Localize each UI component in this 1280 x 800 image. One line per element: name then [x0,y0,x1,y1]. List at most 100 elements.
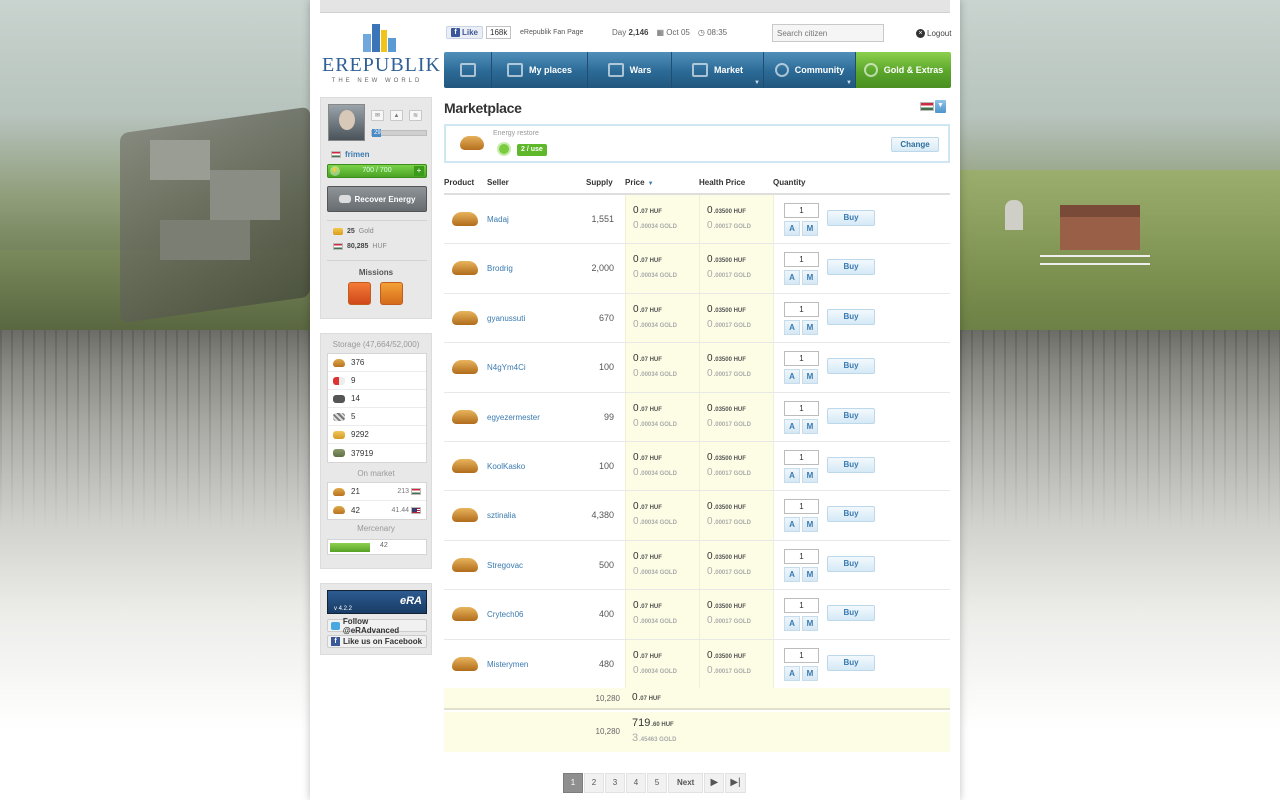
price-int: 0 [633,664,639,676]
all-button[interactable]: A [784,319,800,335]
next-page-button[interactable]: Next [668,773,704,793]
price-dec: .00017 GOLD [714,669,751,675]
max-button[interactable]: M [802,270,818,286]
page-3[interactable]: 3 [605,773,625,793]
seller-link[interactable]: Brodrig [487,264,513,273]
seller-link[interactable]: N4gYm4Ci [487,363,526,372]
seller-link[interactable]: sztinalia [487,511,516,520]
nav-community[interactable]: Community ▼ [764,52,856,88]
username[interactable]: frimen [331,150,369,159]
seller-link[interactable]: egyezermester [487,413,540,422]
buy-button[interactable]: Buy [827,210,875,226]
storage-title[interactable]: Storage (47,664/52,000) [321,340,431,349]
max-button[interactable]: M [802,369,818,385]
quantity-input[interactable]: 1 [784,301,819,317]
max-button[interactable]: M [802,616,818,632]
quantity-input[interactable]: 1 [784,203,819,218]
era-banner[interactable]: v 4.2.2 eRA [327,590,427,614]
currency-label: HUF [733,406,746,413]
max-button[interactable]: M [802,467,818,483]
buy-button[interactable]: Buy [827,654,875,671]
facebook-icon: f [331,637,340,646]
avatar[interactable] [328,104,365,141]
quantity-input[interactable]: 1 [784,647,819,663]
erepublik-logo[interactable]: EREPUBLIK THE NEW WORLD [322,22,440,90]
page-5[interactable]: 5 [647,773,667,793]
table-row: 0.07 HUF 0.00034 GOLD 0.03500 HUF 0.00017 G… [444,244,950,294]
mission-icon[interactable] [348,282,371,305]
nav-market[interactable]: Market ▼ [672,52,764,88]
all-button[interactable]: A [784,566,800,582]
quantity-input[interactable]: 1 [784,598,819,614]
buy-button[interactable]: Buy [827,605,875,622]
page-4[interactable]: 4 [626,773,646,793]
nav-my-places[interactable]: My places [492,52,588,88]
search-citizen-input[interactable] [772,24,884,42]
buy-button[interactable]: Buy [827,259,875,276]
logout-link[interactable]: × Logout [916,29,951,38]
list-item[interactable]: 42 41.44 [328,501,426,519]
facebook-like-button[interactable]: f Like us on Facebook [327,635,427,648]
quantity-input[interactable]: 1 [784,449,819,465]
seller-link[interactable]: Misterymen [487,660,528,669]
recover-energy-button[interactable]: Recover Energy [327,186,427,212]
seller-link[interactable]: Madaj [487,215,509,224]
all-button[interactable]: A [784,418,800,434]
buy-button[interactable]: Buy [827,456,875,473]
buy-button[interactable]: Buy [827,555,875,572]
price-int: 0 [707,269,713,281]
buy-button[interactable]: Buy [827,308,875,325]
quantity-input[interactable]: 1 [784,351,819,367]
fan-page-link[interactable]: eRepublik Fan Page [520,29,583,36]
total-row: 10,280 0.07 HUF [444,688,950,710]
next-arrow-icon[interactable]: ▶ [704,773,725,793]
seller-link[interactable]: Crytech06 [487,610,523,619]
nav-home[interactable] [444,52,492,88]
seller-link[interactable]: Stregovac [487,561,523,570]
quantity-input[interactable]: 1 [784,548,819,564]
page-2[interactable]: 2 [584,773,604,793]
max-button[interactable]: M [802,665,818,681]
page-1[interactable]: 1 [563,773,583,793]
health-price-cell: 0.03500 HUF 0.00017 GOLD [700,441,774,491]
mission-icon[interactable] [380,282,403,305]
all-button[interactable]: A [784,517,800,533]
buy-button[interactable]: Buy [827,407,875,424]
price-int: 0 [707,254,713,266]
all-button[interactable]: A [784,467,800,483]
quantity-input[interactable]: 1 [784,400,819,416]
all-button[interactable]: A [784,369,800,385]
all-button[interactable]: A [784,221,800,236]
nav-gold-extras[interactable]: Gold & Extras [856,52,951,88]
price-dec-text: .03500 [713,258,732,265]
col-price[interactable]: Price ▼ [625,178,654,187]
all-button[interactable]: A [784,616,800,632]
mail-icon[interactable]: ✉ [371,110,384,121]
quantity-input[interactable]: 1 [784,252,819,268]
max-button[interactable]: M [802,566,818,582]
list-item[interactable]: 21 213 [328,483,426,501]
buy-button[interactable]: Buy [827,506,875,523]
seller-link[interactable]: KoolKasko [487,462,525,471]
max-button[interactable]: M [802,221,818,236]
quantity-input[interactable]: 1 [784,499,819,515]
seller-link[interactable]: gyanussuti [487,314,525,323]
twitter-follow-button[interactable]: Follow @eRAdvanced [327,617,427,635]
all-button[interactable]: A [784,665,800,681]
currency-label: GOLD [659,372,677,379]
last-page-icon[interactable]: ▶| [725,773,746,793]
max-button[interactable]: M [802,517,818,533]
table-row: 0.07 HUF 0.00034 GOLD 0.03500 HUF 0.00017 G… [444,639,950,689]
signal-icon[interactable]: ≋ [409,110,422,121]
fb-like-button[interactable]: f Like [446,26,484,39]
all-button[interactable]: A [784,270,800,286]
buy-button[interactable]: Buy [827,358,875,375]
max-button[interactable]: M [802,319,818,335]
upload-icon[interactable]: ▲ [390,110,403,121]
change-button[interactable]: Change [891,137,939,152]
nav-wars[interactable]: Wars [588,52,672,88]
max-button[interactable]: M [802,418,818,434]
country-selector[interactable]: ▼ [920,100,946,113]
plus-icon[interactable]: + [414,166,424,176]
facebook-icon: f [451,28,460,37]
